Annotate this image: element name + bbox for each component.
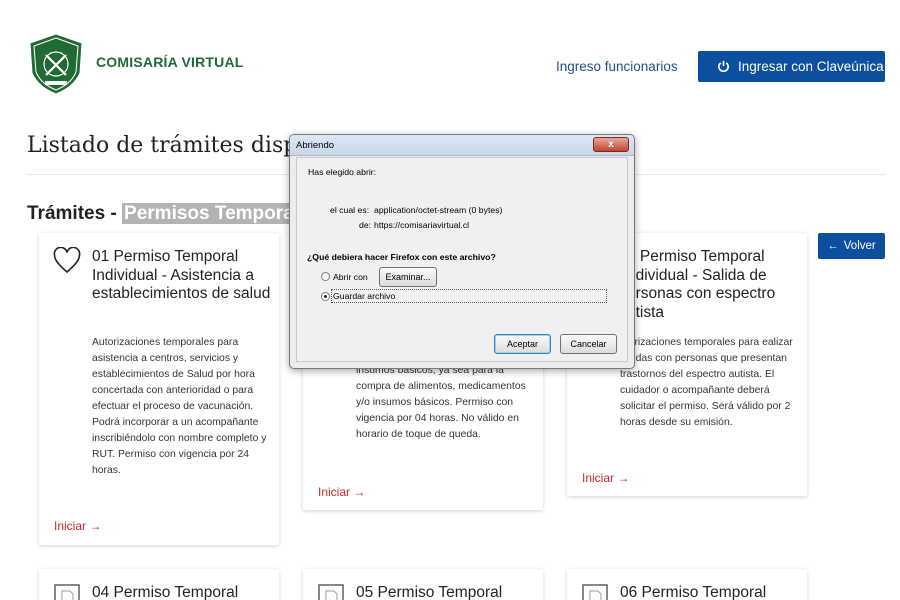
document-icon <box>581 583 609 600</box>
section-title-highlight: Permisos Tempora <box>122 203 296 224</box>
card-title: 3 Permiso Temporal ndividual - Salida de… <box>627 248 776 321</box>
back-button[interactable]: ← Volver <box>818 233 885 259</box>
file-source-label: de: <box>359 220 372 230</box>
dialog-close-button[interactable]: x <box>593 137 629 152</box>
card-description: insumos básicos, ya sea para la compra d… <box>356 365 526 440</box>
brand-title: COMISARÍA VIRTUAL <box>96 54 244 70</box>
open-with-radio[interactable] <box>321 272 330 281</box>
arrow-left-icon: ← <box>827 240 839 252</box>
card-permit-05[interactable]: 05 Permiso Temporal <box>303 569 543 600</box>
start-link[interactable]: Iniciar → <box>582 471 629 485</box>
card-title: 01 Permiso Temporal Individual - Asisten… <box>92 248 271 302</box>
card-description: utorizaciones temporales para ealizar sa… <box>620 337 793 428</box>
card-permit-06[interactable]: 06 Permiso Temporal <box>567 569 807 600</box>
start-link[interactable]: Iniciar → <box>318 485 365 499</box>
cancel-button[interactable]: Cancelar <box>560 334 617 354</box>
open-with-label: Abrir con <box>333 272 368 282</box>
heart-icon <box>53 246 81 275</box>
page-title: Listado de trámites dispo <box>27 133 311 158</box>
card-title: 04 Permiso Temporal <box>92 584 239 600</box>
save-file-radio[interactable] <box>321 292 330 301</box>
dialog-chosen-label: Has elegido abrir: <box>308 167 377 177</box>
start-link[interactable]: Iniciar → <box>54 519 101 533</box>
staff-login-link[interactable]: Ingreso funcionarios <box>556 59 678 74</box>
claveunica-login-button[interactable]: Ingresar con Claveúnica <box>698 51 885 82</box>
accept-button[interactable]: Aceptar <box>494 334 551 354</box>
section-title: Trámites - Permisos Tempora <box>27 203 296 225</box>
download-dialog: Abriendo x Has elegido abrir: el cual es… <box>289 134 635 369</box>
dialog-question: ¿Qué debiera hacer Firefox con este arch… <box>307 252 496 262</box>
card-description: Autorizaciones temporales para asistenci… <box>92 337 267 476</box>
dialog-titlebar[interactable]: Abriendo x <box>290 135 634 156</box>
card-permit-04[interactable]: 04 Permiso Temporal <box>39 569 279 600</box>
document-icon <box>317 583 345 600</box>
document-icon <box>53 583 81 600</box>
browse-button[interactable]: Examinar... <box>379 267 437 287</box>
back-button-label: Volver <box>843 240 876 252</box>
dialog-body: Has elegido abrir: el cual es: applicati… <box>296 157 628 362</box>
card-title: 06 Permiso Temporal <box>620 584 767 600</box>
claveunica-login-label: Ingresar con Claveúnica <box>738 59 884 74</box>
carabineros-logo <box>28 33 84 95</box>
file-source-value: https://comisariavirtual.cl <box>374 220 470 230</box>
power-icon <box>718 60 729 73</box>
file-type-value: application/octet-stream (0 bytes) <box>374 205 503 215</box>
file-type-label: el cual es: <box>330 205 370 215</box>
section-title-prefix: Trámites - <box>27 203 123 224</box>
save-file-label: Guardar archivo <box>333 291 396 301</box>
dialog-title: Abriendo <box>296 140 335 151</box>
card-title: 05 Permiso Temporal <box>356 584 503 600</box>
card-permit-01[interactable]: 01 Permiso Temporal Individual - Asisten… <box>39 233 279 545</box>
